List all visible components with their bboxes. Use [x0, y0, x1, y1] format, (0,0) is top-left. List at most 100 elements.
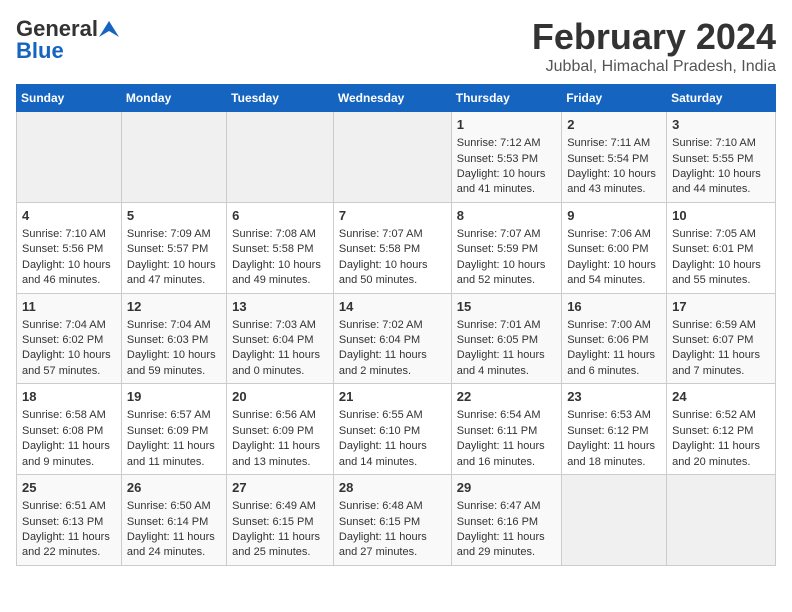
calendar-body: 1 Sunrise: 7:12 AMSunset: 5:53 PM Daylight… — [17, 112, 776, 566]
calendar-cell: 29 Sunrise: 6:47 AMSunset: 6:16 PMDayligh… — [451, 475, 561, 566]
week-row-4: 18Sunrise: 6:58 AMSunset: 6:08 PMDayligh… — [17, 384, 776, 475]
header-cell-tuesday: Tuesday — [227, 85, 334, 112]
day-info: Sunset: 6:09 PM — [127, 424, 221, 439]
day-info: Sunrise: 7:03 AM — [232, 318, 328, 333]
day-number: 20 — [232, 388, 328, 406]
header-cell-thursday: Thursday — [451, 85, 561, 112]
calendar-cell: 9 Sunrise: 7:06 AMSunset: 6:00 PMDaylight… — [562, 202, 667, 293]
week-row-5: 25Sunrise: 6:51 AMSunset: 6:13 PMDayligh… — [17, 475, 776, 566]
day-info: Sunrise: 6:47 AM — [457, 499, 556, 514]
calendar-cell: 2Sunrise: 7:11 AMSunset: 5:54 PMDaylight… — [562, 112, 667, 203]
day-info: Sunset: 6:04 PM — [232, 333, 328, 348]
day-info: Sunrise: 7:05 AM — [672, 227, 770, 242]
week-row-1: 1 Sunrise: 7:12 AMSunset: 5:53 PM Daylight… — [17, 112, 776, 203]
day-info: Sunset: 6:15 PM — [339, 515, 446, 530]
calendar-cell — [17, 112, 122, 203]
calendar-cell: 7Sunrise: 7:07 AMSunset: 5:58 PMDaylight… — [333, 202, 451, 293]
day-info: Daylight: 11 hours and 4 minutes. — [457, 348, 556, 379]
calendar-cell: 25Sunrise: 6:51 AMSunset: 6:13 PMDayligh… — [17, 475, 122, 566]
day-info: Sunset: 6:09 PM — [232, 424, 328, 439]
day-info: Daylight: 10 hours and 49 minutes. — [232, 258, 328, 289]
day-info: Daylight: 10 hours and 55 minutes. — [672, 258, 770, 289]
day-info: Daylight: 11 hours and 27 minutes. — [339, 530, 446, 561]
calendar-cell: 6Sunrise: 7:08 AMSunset: 5:58 PMDaylight… — [227, 202, 334, 293]
calendar-cell: 8Sunrise: 7:07 AMSunset: 5:59 PMDaylight… — [451, 202, 561, 293]
day-number: 21 — [339, 388, 446, 406]
day-info: Sunset: 6:11 PM — [457, 424, 556, 439]
week-row-3: 11Sunrise: 7:04 AMSunset: 6:02 PMDayligh… — [17, 293, 776, 384]
day-info: Daylight: 10 hours and 59 minutes. — [127, 348, 221, 379]
day-info: Sunset: 6:14 PM — [127, 515, 221, 530]
logo-bird-icon — [99, 21, 119, 37]
day-number: 29 — [457, 479, 556, 497]
day-info: Daylight: 10 hours and 52 minutes. — [457, 258, 556, 289]
calendar-cell: 27Sunrise: 6:49 AMSunset: 6:15 PMDayligh… — [227, 475, 334, 566]
day-number: 28 — [339, 479, 446, 497]
day-number: 17 — [672, 298, 770, 316]
day-info: Daylight: 10 hours and 54 minutes. — [567, 258, 661, 289]
calendar-cell: 3Sunrise: 7:10 AMSunset: 5:55 PMDaylight… — [667, 112, 776, 203]
day-info: Sunset: 6:03 PM — [127, 333, 221, 348]
day-number: 13 — [232, 298, 328, 316]
day-info: Daylight: 11 hours and 16 minutes. — [457, 439, 556, 470]
calendar-cell: 26Sunrise: 6:50 AMSunset: 6:14 PMDayligh… — [121, 475, 226, 566]
day-number: 26 — [127, 479, 221, 497]
day-info: Sunrise: 6:49 AM — [232, 499, 328, 514]
day-number: 18 — [22, 388, 116, 406]
calendar-cell: 17Sunrise: 6:59 AMSunset: 6:07 PMDayligh… — [667, 293, 776, 384]
day-info: Daylight: 10 hours and 57 minutes. — [22, 348, 116, 379]
calendar-cell — [121, 112, 226, 203]
day-number: 8 — [457, 207, 556, 225]
calendar-cell: 22Sunrise: 6:54 AMSunset: 6:11 PMDayligh… — [451, 384, 561, 475]
day-info: Sunset: 6:16 PM — [457, 515, 556, 530]
day-number: 25 — [22, 479, 116, 497]
calendar-cell: 23Sunrise: 6:53 AMSunset: 6:12 PMDayligh… — [562, 384, 667, 475]
day-info: Daylight: 11 hours and 0 minutes. — [232, 348, 328, 379]
day-info: Daylight: 11 hours and 6 minutes. — [567, 348, 661, 379]
day-info: Daylight: 11 hours and 29 minutes. — [457, 530, 556, 561]
day-info: Sunrise: 6:51 AM — [22, 499, 116, 514]
day-number: 1 — [457, 116, 556, 134]
day-number: 12 — [127, 298, 221, 316]
day-info: Sunset: 5:54 PM — [567, 152, 661, 167]
header-cell-monday: Monday — [121, 85, 226, 112]
day-info: Sunset: 6:02 PM — [22, 333, 116, 348]
day-info: Daylight: 11 hours and 14 minutes. — [339, 439, 446, 470]
day-number: 19 — [127, 388, 221, 406]
day-info: Sunset: 5:56 PM — [22, 242, 116, 257]
calendar-cell: 28Sunrise: 6:48 AMSunset: 6:15 PMDayligh… — [333, 475, 451, 566]
day-info: Sunset: 6:00 PM — [567, 242, 661, 257]
day-info: Daylight: 11 hours and 22 minutes. — [22, 530, 116, 561]
day-info: Sunset: 6:07 PM — [672, 333, 770, 348]
day-info: Sunrise: 7:06 AM — [567, 227, 661, 242]
calendar-cell: 4Sunrise: 7:10 AMSunset: 5:56 PMDaylight… — [17, 202, 122, 293]
calendar-cell: 10Sunrise: 7:05 AMSunset: 6:01 PMDayligh… — [667, 202, 776, 293]
day-info: Sunrise: 6:57 AM — [127, 408, 221, 423]
day-info: Daylight: 11 hours and 20 minutes. — [672, 439, 770, 470]
day-number: 4 — [22, 207, 116, 225]
header-row: SundayMondayTuesdayWednesdayThursdayFrid… — [17, 85, 776, 112]
day-info: Sunrise: 6:56 AM — [232, 408, 328, 423]
day-info: Daylight: 10 hours and 44 minutes. — [672, 167, 770, 198]
day-number: 15 — [457, 298, 556, 316]
day-number: 27 — [232, 479, 328, 497]
day-info: Sunset: 6:12 PM — [672, 424, 770, 439]
day-number: 3 — [672, 116, 770, 134]
day-number: 9 — [567, 207, 661, 225]
day-info: Sunset: 5:55 PM — [672, 152, 770, 167]
day-info: Sunset: 6:04 PM — [339, 333, 446, 348]
day-info: Sunset: 5:59 PM — [457, 242, 556, 257]
day-info: Sunset: 5:58 PM — [339, 242, 446, 257]
day-info: Sunrise: 7:12 AM — [457, 136, 556, 151]
day-info: Sunrise: 7:11 AM — [567, 136, 661, 151]
calendar-cell: 11Sunrise: 7:04 AMSunset: 6:02 PMDayligh… — [17, 293, 122, 384]
day-info: Sunrise: 7:01 AM — [457, 318, 556, 333]
day-info: Sunset: 6:05 PM — [457, 333, 556, 348]
day-number: 6 — [232, 207, 328, 225]
header-cell-saturday: Saturday — [667, 85, 776, 112]
calendar-subtitle: Jubbal, Himachal Pradesh, India — [532, 58, 776, 76]
day-info: Sunset: 5:58 PM — [232, 242, 328, 257]
day-info: Sunset: 5:53 PM — [457, 152, 556, 167]
day-info: Sunrise: 6:53 AM — [567, 408, 661, 423]
header-cell-wednesday: Wednesday — [333, 85, 451, 112]
